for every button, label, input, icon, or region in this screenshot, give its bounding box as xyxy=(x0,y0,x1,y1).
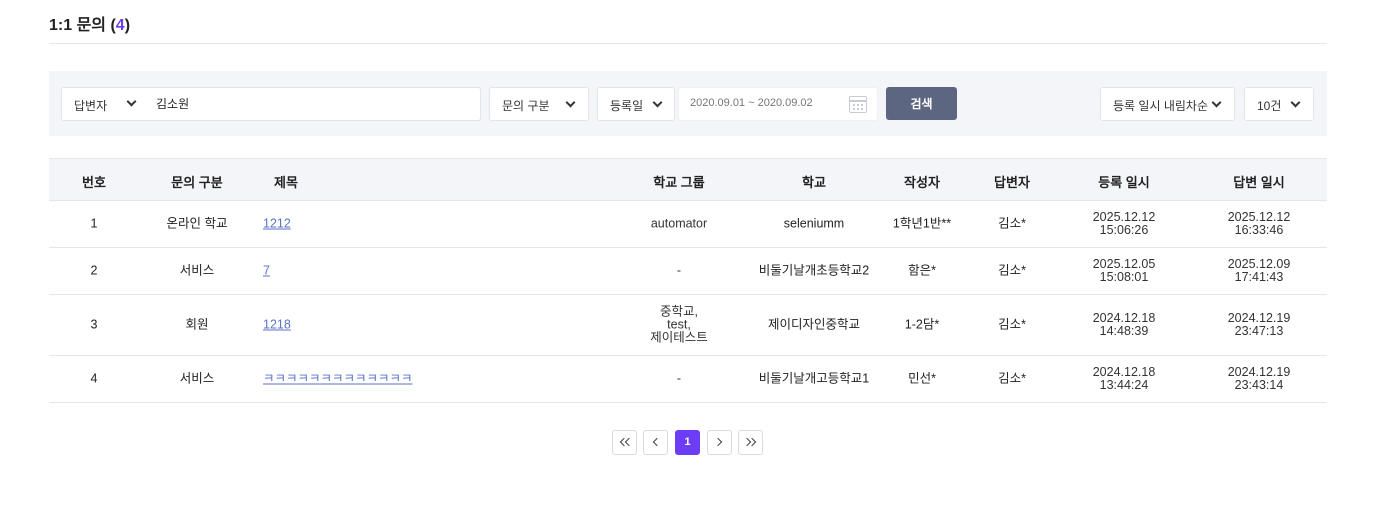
title-link[interactable]: 7 xyxy=(263,264,270,278)
cell-school: 비둘기날개고등학교1 xyxy=(758,371,870,386)
cell-number: 2 xyxy=(90,263,98,278)
table-row[interactable]: 2 서비스 7 - 비둘기날개초등학교2 함은* 김소* 2025.12.05 … xyxy=(49,248,1327,295)
col-number: 번호 xyxy=(82,175,106,190)
table-row[interactable]: 3 회원 1218 중학교, test, 제이테스트 제이디자인중학교 1-2담… xyxy=(49,295,1327,356)
chevron-down-icon[interactable] xyxy=(126,96,137,107)
page-title: 1:1 문의 (4) xyxy=(49,11,130,35)
date-type-select[interactable]: 등록일 xyxy=(597,87,675,121)
cell-answerer: 김소* xyxy=(998,317,1026,332)
col-title: 제목 xyxy=(274,175,298,190)
sort-label: 등록 일시 내림차순 xyxy=(1113,99,1208,113)
cell-answerer: 김소* xyxy=(998,371,1026,386)
cell-type: 서비스 xyxy=(179,263,215,278)
count-close: ) xyxy=(124,17,131,34)
date-range-input[interactable] xyxy=(690,97,840,109)
cell-answered: 2024.12.19 23:43:14 xyxy=(1227,365,1291,392)
cell-type: 서비스 xyxy=(179,371,215,386)
page-size-select[interactable]: 10건 xyxy=(1244,87,1314,121)
cell-number: 3 xyxy=(90,317,98,332)
title-link[interactable]: 1212 xyxy=(263,217,291,231)
next-page-button[interactable] xyxy=(707,430,732,455)
chevron-down-icon xyxy=(652,97,663,108)
col-answerer: 답변자 xyxy=(994,175,1030,190)
title-link[interactable]: ㅋㅋㅋㅋㅋㅋㅋㅋㅋㅋㅋㅋㅋ xyxy=(263,372,413,386)
chevron-down-icon xyxy=(565,97,576,108)
cell-registered: 2024.12.18 13:44:24 xyxy=(1092,365,1156,392)
inquiry-type-select[interactable]: 문의 구분 xyxy=(489,87,589,121)
cell-school: 제이디자인중학교 xyxy=(767,317,861,332)
inquiry-type-label: 문의 구분 xyxy=(502,99,550,113)
cell-school-group: - xyxy=(676,263,682,278)
date-type-label: 등록일 xyxy=(610,99,644,113)
cell-registered: 2025.12.05 15:08:01 xyxy=(1092,257,1156,284)
table-header: 번호 문의 구분 제목 학교 그룹 학교 작성자 답변자 등록 일시 답변 일시 xyxy=(49,158,1327,201)
cell-answerer: 김소* xyxy=(998,263,1026,278)
cell-number: 1 xyxy=(90,216,98,231)
col-author: 작성자 xyxy=(904,175,940,190)
col-school-group: 학교 그룹 xyxy=(653,175,705,190)
cell-registered: 2025.12.12 15:06:26 xyxy=(1092,210,1156,237)
inquiry-table: 번호 문의 구분 제목 학교 그룹 학교 작성자 답변자 등록 일시 답변 일시… xyxy=(49,158,1327,403)
date-range-field[interactable] xyxy=(678,87,878,121)
cell-author: 함은* xyxy=(908,263,936,278)
last-page-button[interactable] xyxy=(738,430,763,455)
cell-school: 비둘기날개초등학교2 xyxy=(758,263,870,278)
cell-school: seleniumm xyxy=(783,216,845,231)
col-answered: 답변 일시 xyxy=(1233,175,1285,190)
cell-answered: 2024.12.19 23:47:13 xyxy=(1227,311,1291,338)
chevron-down-icon xyxy=(1211,97,1222,108)
filter-panel: 답변자 문의 구분 등록일 검색 등록 일시 내림차순 10건 xyxy=(49,71,1327,136)
double-chevron-right-icon-part xyxy=(747,437,757,447)
double-chevron-left-icon-part xyxy=(624,437,634,447)
col-school: 학교 xyxy=(802,175,826,190)
cell-author: 1학년1반** xyxy=(892,216,952,231)
answerer-filter: 답변자 xyxy=(61,87,481,121)
cell-school-group: - xyxy=(676,371,682,386)
cell-author: 민선* xyxy=(908,371,936,386)
answerer-select[interactable]: 답변자 xyxy=(74,97,107,114)
search-button[interactable]: 검색 xyxy=(886,87,957,120)
sort-select[interactable]: 등록 일시 내림차순 xyxy=(1100,87,1235,121)
count-open: ( xyxy=(106,17,116,34)
cell-answered: 2025.12.12 16:33:46 xyxy=(1227,210,1291,237)
cell-answerer: 김소* xyxy=(998,216,1026,231)
page-size-label: 10건 xyxy=(1257,99,1282,113)
cell-number: 4 xyxy=(90,371,98,386)
cell-school-group: automator xyxy=(650,216,708,231)
cell-answered: 2025.12.09 17:41:43 xyxy=(1227,257,1291,284)
first-page-button[interactable] xyxy=(612,430,637,455)
page-title-text: 1:1 문의 xyxy=(49,17,107,34)
cell-school-group: 중학교, test, 제이테스트 xyxy=(650,304,708,345)
cell-type: 온라인 학교 xyxy=(166,216,228,231)
cell-type: 회원 xyxy=(185,317,209,332)
calendar-icon[interactable] xyxy=(849,96,867,113)
chevron-down-icon xyxy=(1290,97,1301,108)
chevron-left-icon xyxy=(652,437,662,447)
table-row[interactable]: 1 온라인 학교 1212 automator seleniumm 1학년1반*… xyxy=(49,201,1327,248)
col-type: 문의 구분 xyxy=(171,175,223,190)
col-registered: 등록 일시 xyxy=(1098,175,1150,190)
cell-author: 1-2담* xyxy=(904,317,940,332)
inquiry-count: 4 xyxy=(115,17,125,34)
title-bar: 1:1 문의 (4) xyxy=(49,0,1327,44)
prev-page-button[interactable] xyxy=(643,430,668,455)
page-number-button[interactable]: 1 xyxy=(675,430,700,455)
title-link[interactable]: 1218 xyxy=(263,318,291,332)
cell-registered: 2024.12.18 14:48:39 xyxy=(1092,311,1156,338)
answerer-input[interactable] xyxy=(156,96,456,110)
chevron-right-icon xyxy=(713,437,723,447)
table-row[interactable]: 4 서비스 ㅋㅋㅋㅋㅋㅋㅋㅋㅋㅋㅋㅋㅋ - 비둘기날개고등학교1 민선* 김소*… xyxy=(49,356,1327,403)
